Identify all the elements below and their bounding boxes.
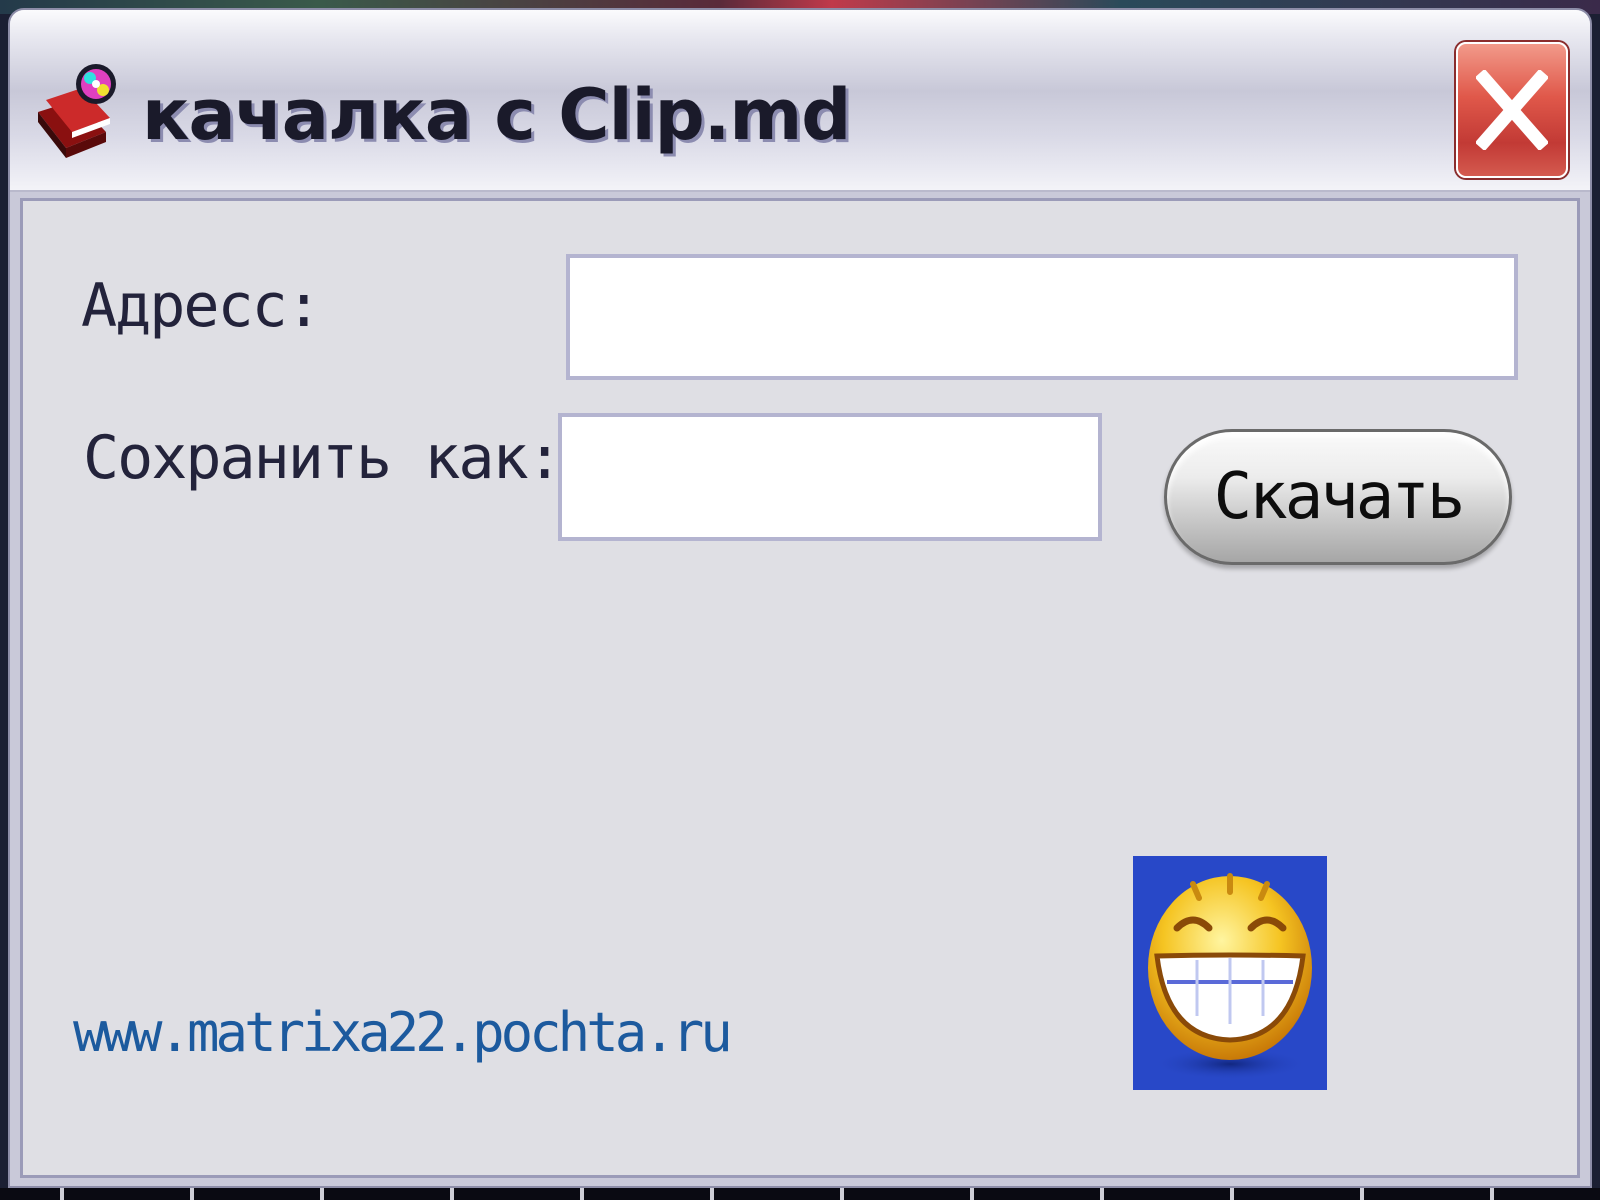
smiley-image <box>1133 856 1327 1090</box>
app-window: качалка с Clip.md Адресс: Сохранить как:… <box>8 8 1592 1188</box>
save-as-input[interactable] <box>558 413 1102 541</box>
title-bar[interactable]: качалка с Clip.md <box>10 10 1590 192</box>
download-button[interactable]: Скачать <box>1164 429 1512 565</box>
window-title: качалка с Clip.md <box>142 74 851 156</box>
address-label: Адресс: <box>81 271 322 341</box>
website-link[interactable]: www.matrixa22.pochta.ru <box>73 1001 733 1064</box>
taskbar-strip <box>0 1188 1600 1200</box>
save-as-label: Сохранить как: <box>83 423 563 493</box>
app-books-icon <box>32 60 128 164</box>
dialog-body: Адресс: Сохранить как: Скачать www.matri… <box>20 198 1580 1178</box>
close-button[interactable] <box>1456 42 1568 178</box>
address-input[interactable] <box>566 254 1518 380</box>
grinning-smiley-icon <box>1133 873 1327 1090</box>
